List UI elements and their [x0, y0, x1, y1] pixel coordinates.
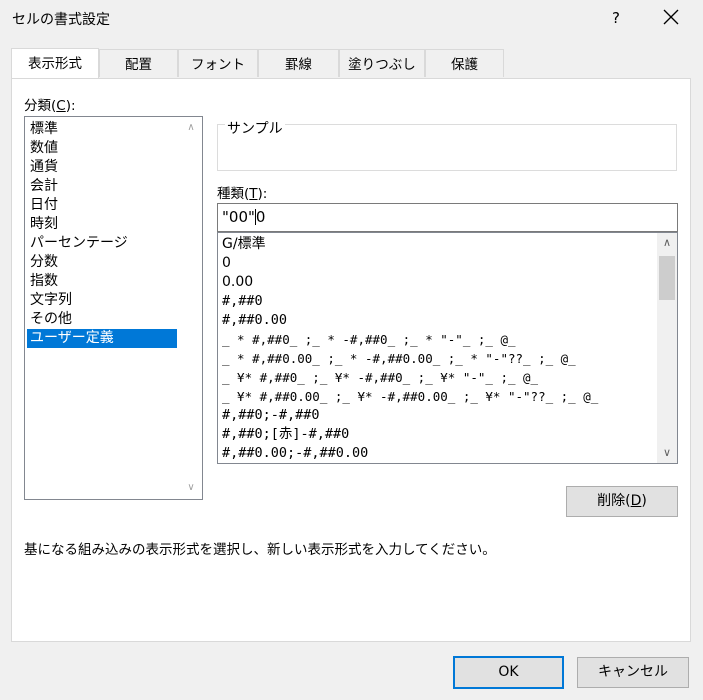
category-list[interactable]: 標準 数値 通貨 会計 日付 時刻 パーセンテージ 分数 指数 文字列 その他 …: [24, 116, 203, 500]
category-item[interactable]: その他: [27, 310, 177, 329]
close-button[interactable]: [658, 4, 684, 30]
category-item-selected[interactable]: ユーザー定義: [27, 329, 177, 348]
category-item[interactable]: 通貨: [27, 158, 177, 177]
format-item[interactable]: _ * #,##0.00_ ;_ * -#,##0.00_ ;_ * "-"??…: [222, 349, 576, 368]
format-item[interactable]: #,##0.00;-#,##0.00: [222, 444, 368, 463]
cancel-button[interactable]: キャンセル: [577, 657, 689, 688]
sample-label: サンプル: [225, 118, 285, 138]
format-item[interactable]: #,##0: [222, 292, 263, 311]
tab-alignment[interactable]: 配置: [99, 49, 178, 77]
chevron-down-icon[interactable]: ∨: [657, 443, 677, 463]
format-item[interactable]: 0.00: [222, 273, 253, 292]
help-button[interactable]: ?: [606, 6, 626, 30]
category-item[interactable]: 会計: [27, 177, 177, 196]
category-label-key: C: [56, 98, 66, 114]
type-label-prefix: 種類(: [217, 186, 250, 202]
category-item[interactable]: 日付: [27, 196, 177, 215]
format-type-value-after-caret: 0: [255, 208, 266, 226]
format-item[interactable]: 0: [222, 254, 231, 273]
ok-button[interactable]: OK: [453, 656, 564, 689]
category-item[interactable]: 標準: [27, 120, 177, 139]
category-item[interactable]: 数値: [27, 139, 177, 158]
tab-protection[interactable]: 保護: [425, 49, 504, 77]
category-item[interactable]: 時刻: [27, 215, 177, 234]
tab-border[interactable]: 罫線: [258, 49, 339, 77]
format-type-value-before-caret: "00": [222, 208, 255, 226]
format-item[interactable]: _ * #,##0_ ;_ * -#,##0_ ;_ * "-"_ ;_ @_: [222, 330, 516, 349]
category-item[interactable]: パーセンテージ: [27, 234, 177, 253]
type-label: 種類(T):: [217, 182, 267, 202]
format-list[interactable]: G/標準 0 0.00 #,##0 #,##0.00 _ * #,##0_ ;_…: [217, 232, 678, 464]
delete-label-prefix: 削除(: [597, 493, 631, 509]
format-item[interactable]: #,##0;[赤]-#,##0: [222, 425, 349, 444]
category-item[interactable]: 文字列: [27, 291, 177, 310]
close-icon: [663, 9, 679, 25]
format-list-scrollbar[interactable]: ∧ ∨: [657, 233, 677, 463]
format-item[interactable]: G/標準: [222, 235, 266, 254]
type-label-key: T: [249, 186, 258, 202]
sample-box: [217, 124, 677, 171]
format-item[interactable]: _ ¥* #,##0.00_ ;_ ¥* -#,##0.00_ ;_ ¥* "-…: [222, 387, 598, 406]
delete-label-key: D: [630, 493, 642, 509]
delete-button[interactable]: 削除(D): [566, 486, 678, 517]
description-text: 基になる組み込みの表示形式を選択し、新しい表示形式を入力してください。: [24, 542, 496, 558]
format-item[interactable]: _ ¥* #,##0_ ;_ ¥* -#,##0_ ;_ ¥* "-"_ ;_ …: [222, 368, 538, 387]
tab-number-format[interactable]: 表示形式: [11, 48, 99, 78]
tab-fill[interactable]: 塗りつぶし: [339, 49, 425, 77]
category-item[interactable]: 指数: [27, 272, 177, 291]
scrollbar-thumb[interactable]: [659, 256, 675, 300]
format-item[interactable]: #,##0;-#,##0: [222, 406, 320, 425]
format-type-input[interactable]: "00"0: [217, 203, 678, 232]
chevron-up-icon[interactable]: ∧: [183, 121, 199, 135]
category-label-suffix: ):: [65, 98, 76, 114]
chevron-down-icon[interactable]: ∨: [183, 481, 199, 495]
chevron-up-icon[interactable]: ∧: [657, 233, 677, 253]
tab-font[interactable]: フォント: [178, 49, 258, 77]
format-item[interactable]: #,##0.00: [222, 311, 287, 330]
dialog-title: セルの書式設定: [12, 12, 110, 28]
category-label-prefix: 分類(: [24, 98, 57, 114]
category-label: 分類(C):: [24, 94, 76, 114]
category-item[interactable]: 分数: [27, 253, 177, 272]
type-label-suffix: ):: [257, 186, 268, 202]
delete-label-suffix: ): [641, 493, 647, 509]
